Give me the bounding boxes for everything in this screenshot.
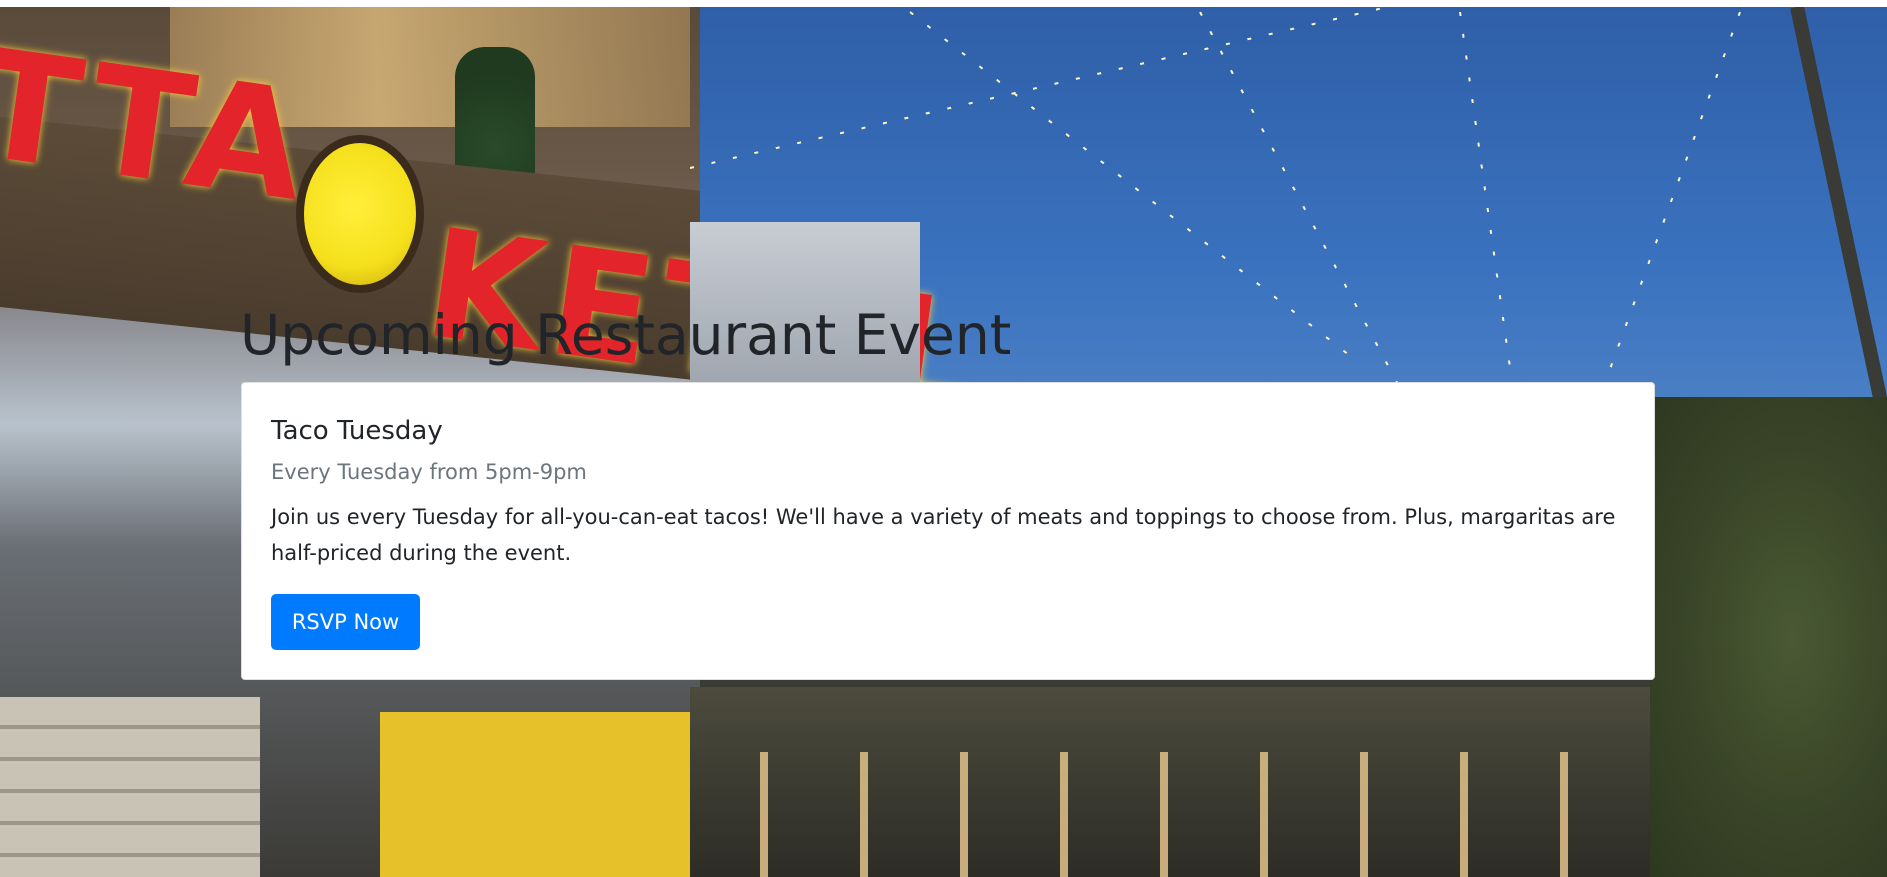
kettle-logo-icon — [296, 135, 424, 293]
yellow-counter — [380, 712, 700, 877]
string-lights — [1609, 11, 1741, 370]
decorative-plants — [1650, 397, 1887, 877]
light-pole — [1790, 7, 1887, 420]
event-schedule: Every Tuesday from 5pm-9pm — [271, 460, 587, 484]
event-card: Taco Tuesday Every Tuesday from 5pm-9pm … — [241, 382, 1655, 680]
string-lights — [689, 7, 1441, 169]
event-description: Join us every Tuesday for all-you-can-ea… — [271, 505, 1616, 565]
entrance-stairs — [0, 697, 260, 877]
event-title: Taco Tuesday — [271, 416, 443, 446]
rsvp-button[interactable]: RSVP Now — [271, 594, 420, 650]
string-lights — [1459, 11, 1514, 389]
string-lights — [1199, 11, 1399, 384]
section-title: Upcoming Restaurant Event — [240, 303, 1012, 367]
patio-chairs — [720, 752, 1720, 877]
